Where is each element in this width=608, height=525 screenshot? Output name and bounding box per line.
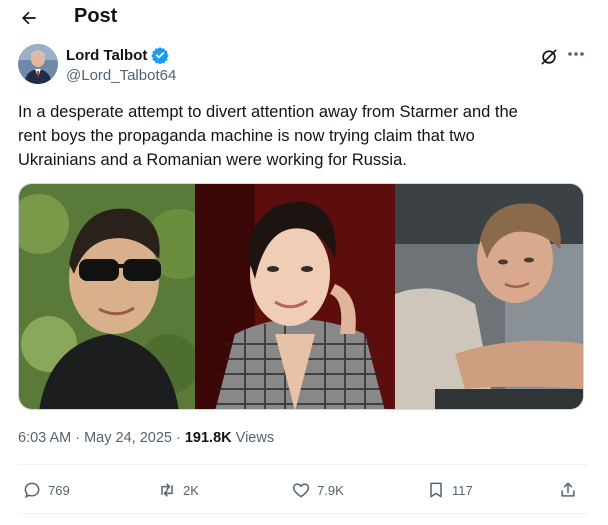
share-icon	[561, 482, 575, 497]
reply-icon	[24, 482, 40, 499]
photo-2[interactable]	[195, 184, 395, 409]
verified-badge-icon[interactable]	[151, 46, 170, 65]
like-button[interactable]: 7.9K	[291, 480, 344, 500]
top-bar: Post	[0, 0, 608, 36]
photo-3[interactable]	[394, 184, 583, 409]
repost-button[interactable]: 2K	[157, 480, 199, 500]
repost-count: 2K	[183, 482, 199, 498]
action-bar: 769 2K 7.9K 117	[18, 476, 588, 506]
tweet-time[interactable]: 6:03 AM	[18, 430, 71, 446]
reply-count: 769	[48, 482, 70, 498]
divider	[18, 513, 588, 514]
back-arrow-icon[interactable]	[14, 4, 44, 32]
photo-1[interactable]	[19, 184, 196, 409]
media-grid[interactable]	[18, 183, 584, 410]
heart-icon	[292, 483, 310, 498]
tweet-text: In a desperate attempt to divert attenti…	[18, 103, 518, 169]
tweet-meta: 6:03 AM · May 24, 2025 · 191.8K Views	[18, 430, 274, 446]
tweet-date[interactable]: May 24, 2025	[84, 430, 172, 446]
author-handle[interactable]: @Lord_Talbot64	[66, 67, 176, 84]
like-count: 7.9K	[317, 482, 344, 498]
views-count: 191.8K	[184, 430, 232, 446]
repost-icon	[161, 483, 173, 497]
more-options-icon[interactable]	[565, 44, 587, 64]
page-title: Post	[74, 5, 118, 27]
author-name[interactable]: Lord Talbot	[66, 46, 170, 65]
meta-separator: ·	[75, 430, 85, 446]
reply-button[interactable]: 769	[22, 480, 70, 500]
divider	[18, 464, 588, 465]
grok-icon[interactable]	[539, 47, 559, 67]
share-button[interactable]	[558, 480, 578, 500]
avatar[interactable]	[18, 44, 58, 84]
author-name-text: Lord Talbot	[66, 46, 148, 64]
bookmark-button[interactable]: 117	[426, 480, 473, 500]
bookmark-icon	[430, 482, 442, 498]
bookmark-count: 117	[452, 482, 473, 498]
views-label: Views	[235, 430, 275, 446]
meta-separator: ·	[176, 430, 185, 446]
